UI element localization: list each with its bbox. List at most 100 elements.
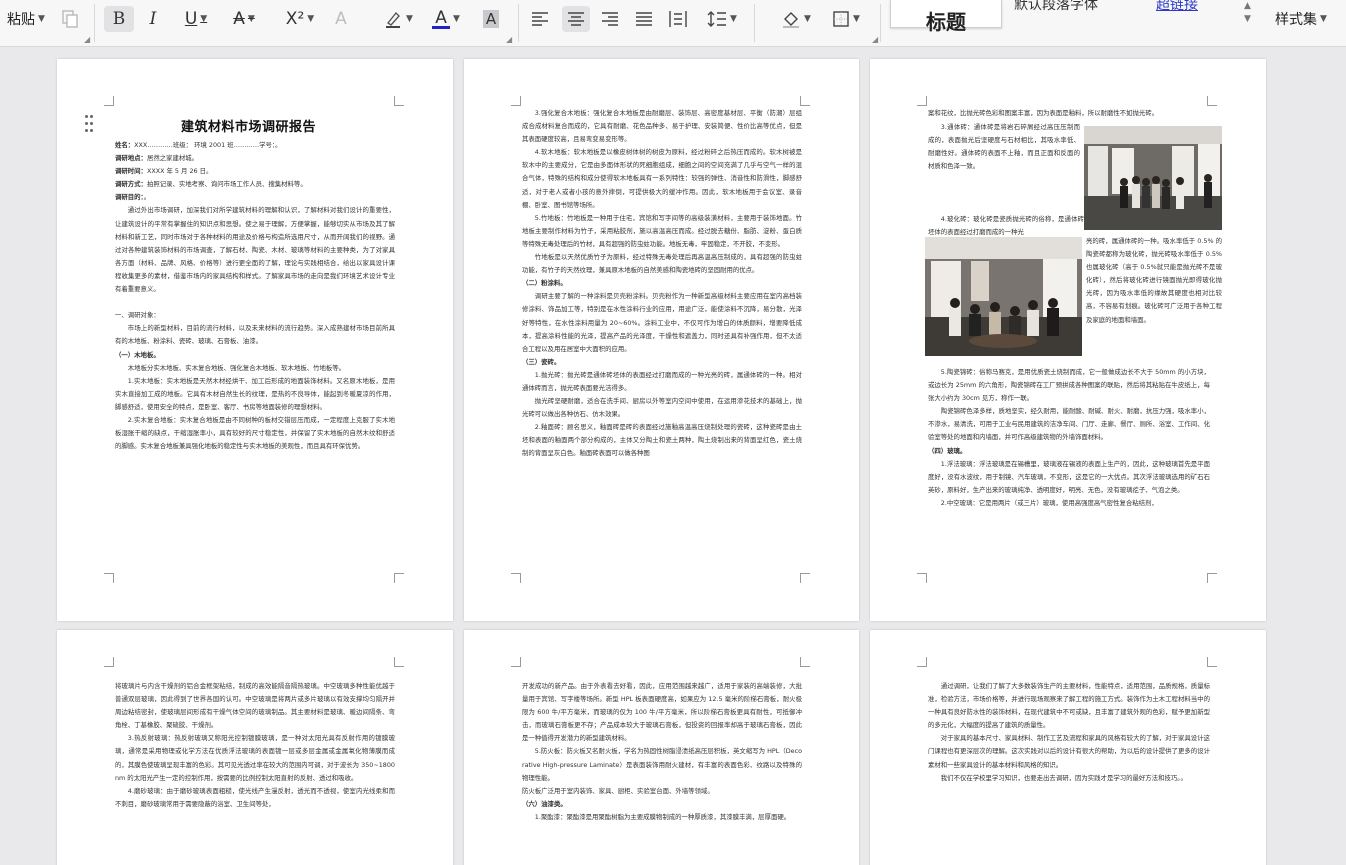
paragraph-text: 我们不仅在学校里学习知识，也要走出去调研，因为实践才是学习的最好方法和技巧。。 bbox=[940, 773, 1187, 782]
drag-handle-icon[interactable] bbox=[85, 115, 95, 135]
paragraph-text: 4.玻化砖：玻化砖是瓷质抛光砖的俗称，是通体砖坯体的表面经过打磨而成的一种光 bbox=[928, 215, 1084, 237]
paragraph-text: 2.实木复合地板：实木复合地板是由不同树种的板材交错层压而成，一定程度上克服了实… bbox=[115, 415, 395, 451]
info-key: 调研方式： bbox=[115, 180, 147, 189]
paragraph-text: 3.强化复合木地板：强化复合木地板是由耐磨层、装饰层、高密度基材层、平衡（防潮）… bbox=[522, 109, 802, 144]
gallery-scroll[interactable]: ▲ ▼ bbox=[1244, 0, 1251, 26]
char-shading-button[interactable]: A bbox=[480, 6, 502, 32]
paragraph: 3.通体砖：通体砖是将岩石碎屑经过高压压制而成的，表面抛光后坚硬度与石材相比，其… bbox=[928, 121, 1080, 213]
line-spacing-icon[interactable]: ▼ bbox=[702, 6, 742, 32]
format-painter-icon[interactable] bbox=[58, 6, 82, 32]
paragraph-text: 陶瓷锦砖色泽多样，质地坚实，经久耐用，能耐酸、耐碱、耐火、耐磨，抗压力强，吸水率… bbox=[928, 407, 1210, 442]
margin-mark bbox=[917, 573, 927, 583]
margin-mark bbox=[511, 573, 521, 583]
style-set-label: 样式集 bbox=[1275, 12, 1318, 28]
highlighter-icon[interactable]: ▼ bbox=[378, 6, 418, 32]
info-line: 调研方式：拍照记录、实地考察、询问市场工作人员、搜集材料等。 bbox=[115, 178, 395, 191]
style-hyperlink[interactable]: 超链接 bbox=[1156, 0, 1198, 14]
separator bbox=[94, 4, 95, 42]
info-key: 调研时间： bbox=[115, 167, 147, 176]
info-line: 调研目的：。 bbox=[115, 191, 395, 204]
paragraph-text: 将玻璃片与内含干燥剂的铝合金框架粘结，制成的高效能隔音隔热玻璃。中空玻璃多种性能… bbox=[115, 682, 395, 730]
justify-icon[interactable] bbox=[632, 6, 656, 32]
chevron-down-icon: ▼ bbox=[247, 14, 255, 24]
margin-mark bbox=[394, 573, 404, 583]
paragraph-text: 市场上的新型材料，目前的流行材料，以及未来材料的流行趋势。深入成熟建材市场目前所… bbox=[115, 324, 395, 346]
paragraph-text: 竹地板是以天然优质竹子为原料，经过特殊无毒处理后再高温高压制成的，具有超强的防虫… bbox=[522, 253, 802, 275]
chevron-down-icon: ▼ bbox=[853, 14, 860, 24]
document-page[interactable]: 开发成功的新产品。由于外表看去好看，因此，应用范围越来越广，适用于家装的高端装修… bbox=[464, 630, 859, 865]
margin-mark bbox=[800, 657, 810, 667]
distributed-icon[interactable] bbox=[666, 6, 690, 32]
paragraph-text: 1.聚酯漆：聚酯漆是用聚酯树脂为主要成膜物制成的一种厚质漆，其漆膜丰满，层厚面硬… bbox=[534, 812, 791, 821]
align-left-icon[interactable] bbox=[528, 6, 552, 32]
margin-mark bbox=[394, 96, 404, 106]
paragraph-text: （三）瓷砖。 bbox=[522, 357, 561, 366]
document-page[interactable]: 通过调研，让我们了解了大多数装饰生产的主要材料，性能特点，适用范围，品质规格，质… bbox=[870, 630, 1266, 865]
page-body: 将玻璃片与内含干燥剂的铝合金框架粘结，制成的高效能隔音隔热玻璃。中空玻璃多种性能… bbox=[115, 680, 395, 862]
info-value: 。 bbox=[143, 193, 151, 202]
page-body: 姓名：XXX…………班级： 环境 2001 班…………学号：。 调研地点：居然之家… bbox=[115, 139, 395, 569]
paragraph-text: 5.竹地板：竹地板是一种用于住宅，宾馆和写字间等的高级装潢材料，主要用于装饰地面… bbox=[522, 213, 802, 248]
document-title: 建筑材料市场调研报告 bbox=[181, 120, 317, 135]
margin-mark bbox=[104, 573, 114, 583]
info-line: 调研地点：居然之家建材城。 bbox=[115, 152, 395, 165]
document-page[interactable]: 案和花纹，比抛光砖色彩和图案丰富，因为表面是釉料，所以耐磨性不如抛光砖。 3.通… bbox=[870, 59, 1266, 621]
paragraph-text: 4.磨砂玻璃：由于磨砂玻璃表面粗糙，使光线产生漫反射，透光而不透视，使室内光线柔… bbox=[115, 786, 395, 808]
bold-button[interactable]: B bbox=[104, 6, 134, 32]
info-key: 调研目的： bbox=[115, 193, 144, 202]
text-effect-button[interactable]: A bbox=[328, 6, 354, 32]
underline-button[interactable]: U ▼ bbox=[176, 6, 216, 32]
margin-mark bbox=[104, 657, 114, 667]
margin-mark bbox=[917, 96, 927, 106]
margin-mark bbox=[511, 96, 521, 106]
bold-label: B bbox=[112, 9, 126, 29]
border-icon[interactable]: ▼ bbox=[826, 6, 866, 32]
paragraph-text: 木地板分实木地板、实木复合地板、强化复合木地板、软木地板、竹地板等。 bbox=[127, 363, 346, 372]
group-launcher-icon[interactable]: ◢ bbox=[872, 35, 878, 44]
paragraph-text: 3.热反射玻璃：热反射玻璃又称阳光控制镀膜玻璃，是一种对太阳光具有反射作用的镀膜… bbox=[115, 734, 395, 782]
font-color-label: A bbox=[435, 7, 447, 28]
paragraph-text: 防火板广泛用于室内装饰、家具、厨柜、实验室台面、外墙等领域。 bbox=[522, 786, 714, 795]
margin-mark bbox=[800, 573, 810, 583]
paragraph-text: 开发成功的新产品。由于外表看去好看，因此，应用范围越来越广，适用于家装的高端装修… bbox=[522, 682, 802, 743]
document-page[interactable]: 将玻璃片与内含干燥剂的铝合金框架粘结，制成的高效能隔音隔热玻璃。中空玻璃多种性能… bbox=[57, 630, 453, 865]
margin-mark bbox=[800, 96, 810, 106]
margin-mark bbox=[104, 96, 114, 106]
italic-button[interactable]: I bbox=[140, 6, 166, 32]
char-shading-label: A bbox=[482, 10, 500, 28]
style-title[interactable]: 标题 bbox=[890, 0, 1002, 34]
align-center-icon[interactable] bbox=[562, 6, 590, 32]
paragraph-text: 对于家具的基本尺寸、家具材料、制作工艺及流程和家具的风格有较大的了解，对于家具设… bbox=[928, 734, 1210, 769]
document-page[interactable]: 建筑材料市场调研报告 姓名：XXX…………班级： 环境 2001 班…………学号… bbox=[57, 59, 453, 621]
paste-button[interactable]: 粘贴 ▼ bbox=[4, 6, 48, 32]
paragraph: 案和花纹，比抛光砖色彩和图案丰富，因为表面是釉料，所以耐磨性不如抛光砖。 bbox=[928, 107, 1210, 121]
document-page[interactable]: 3.强化复合木地板：强化复合木地板是由耐磨层、装饰层、高密度基材层、平衡（防潮）… bbox=[464, 59, 859, 621]
photo-showroom-group[interactable] bbox=[1084, 126, 1222, 230]
ribbon-toolbar: 粘贴 ▼ ◢ B I U ▼ A ▼ X² ▼ A ▼ A ▼ A ◢ ▼ ▼ ▼ ◢ bbox=[0, 0, 1346, 47]
info-value: 拍照记录、实地考察、询问市场工作人员、搜集材料等。 bbox=[146, 180, 307, 189]
superscript-button[interactable]: X² ▼ bbox=[276, 6, 324, 32]
chevron-down-icon: ▼ bbox=[406, 14, 413, 24]
paragraph-text: （二）粉涂料。 bbox=[522, 279, 567, 288]
info-line: 调研时间：XXXX 年 5 月 26 日。 bbox=[115, 165, 395, 178]
style-default-paragraph[interactable]: 默认段落字体 bbox=[1014, 0, 1098, 14]
margin-mark bbox=[1207, 657, 1217, 667]
margin-mark bbox=[1207, 96, 1217, 106]
style-set-button[interactable]: 样式集 ▼ bbox=[1270, 6, 1332, 32]
info-value: XXXX 年 5 月 26 日。 bbox=[146, 167, 213, 176]
fill-icon[interactable]: ▼ bbox=[776, 6, 816, 32]
font-color-button[interactable]: A ▼ bbox=[426, 6, 466, 32]
paragraph-text: （六）油漆类。 bbox=[522, 799, 567, 808]
align-right-icon[interactable] bbox=[598, 6, 622, 32]
paragraph-text: 案和花纹，比抛光砖色彩和图案丰富，因为表面是釉料，所以耐磨性不如抛光砖。 bbox=[928, 109, 1159, 117]
photo-seated-group[interactable] bbox=[925, 237, 1082, 356]
info-value: XXX…………班级： 环境 2001 班…………学号：。 bbox=[134, 141, 282, 149]
group-launcher-icon[interactable]: ◢ bbox=[506, 35, 512, 44]
paragraph-text: 2.釉面砖：顾名思义，釉面砖是砖的表面经过施釉高温高压烧制处理的瓷砖，这种瓷砖是… bbox=[522, 423, 802, 458]
paragraph-text: （四）玻璃。 bbox=[928, 446, 967, 455]
superscript-label: X² bbox=[285, 9, 305, 29]
strikethrough-button[interactable]: A ▼ bbox=[224, 6, 264, 32]
group-launcher-icon[interactable]: ◢ bbox=[84, 35, 90, 44]
info-key: 调研地点： bbox=[115, 154, 147, 163]
paragraph-text: 5.陶瓷锦砖：俗称马赛克，是用优质瓷土烧制而成，它一般做成边长不大于 50mm … bbox=[928, 368, 1210, 403]
